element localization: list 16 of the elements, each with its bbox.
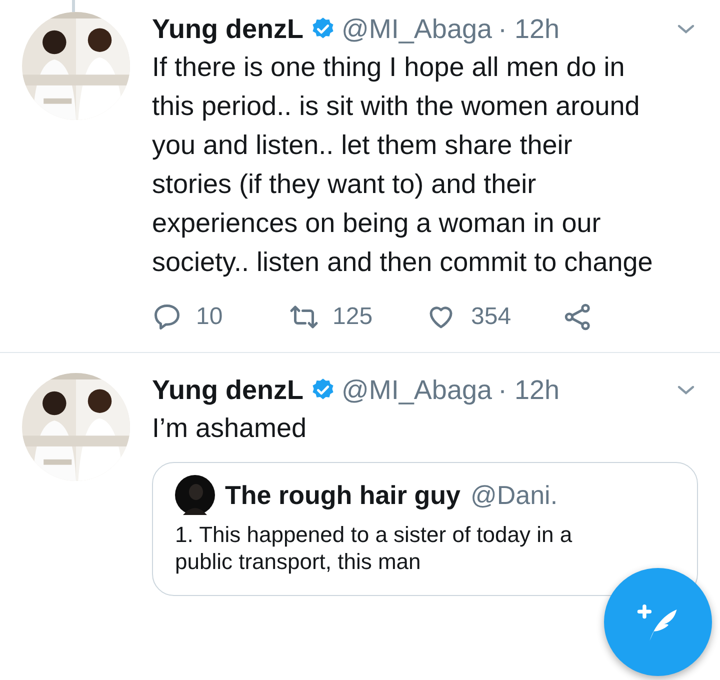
tweet-text: If there is one thing I hope all men do in this period.. is sit with the women around you and listen.. let them share their stories (if they want to) and their experiences on being a woman in our society.. listen and then commit to change bbox=[152, 51, 654, 279]
tweet-time: · 12h bbox=[498, 13, 560, 46]
reply-icon bbox=[152, 302, 182, 332]
like-button[interactable]: 354 bbox=[425, 302, 562, 332]
author-name[interactable]: Yung denzL bbox=[152, 373, 304, 407]
author-name[interactable]: Yung denzL bbox=[152, 12, 304, 46]
compose-button[interactable] bbox=[604, 568, 712, 676]
author-handle: @MI_Abaga bbox=[342, 13, 492, 46]
quoted-author-name: The rough hair guy bbox=[225, 480, 460, 510]
tweet-time: · 12h bbox=[498, 374, 560, 407]
quoted-author-handle: @Dani. bbox=[470, 480, 558, 510]
author-handle: @MI_Abaga bbox=[342, 374, 492, 407]
retweet-button[interactable]: 125 bbox=[288, 302, 425, 332]
reply-button[interactable]: 10 bbox=[152, 302, 288, 332]
tweet-text: I’m ashamed bbox=[152, 412, 308, 445]
quoted-tweet-text: 1. This happened to a sister of today in a public transport, this man bbox=[175, 521, 574, 575]
